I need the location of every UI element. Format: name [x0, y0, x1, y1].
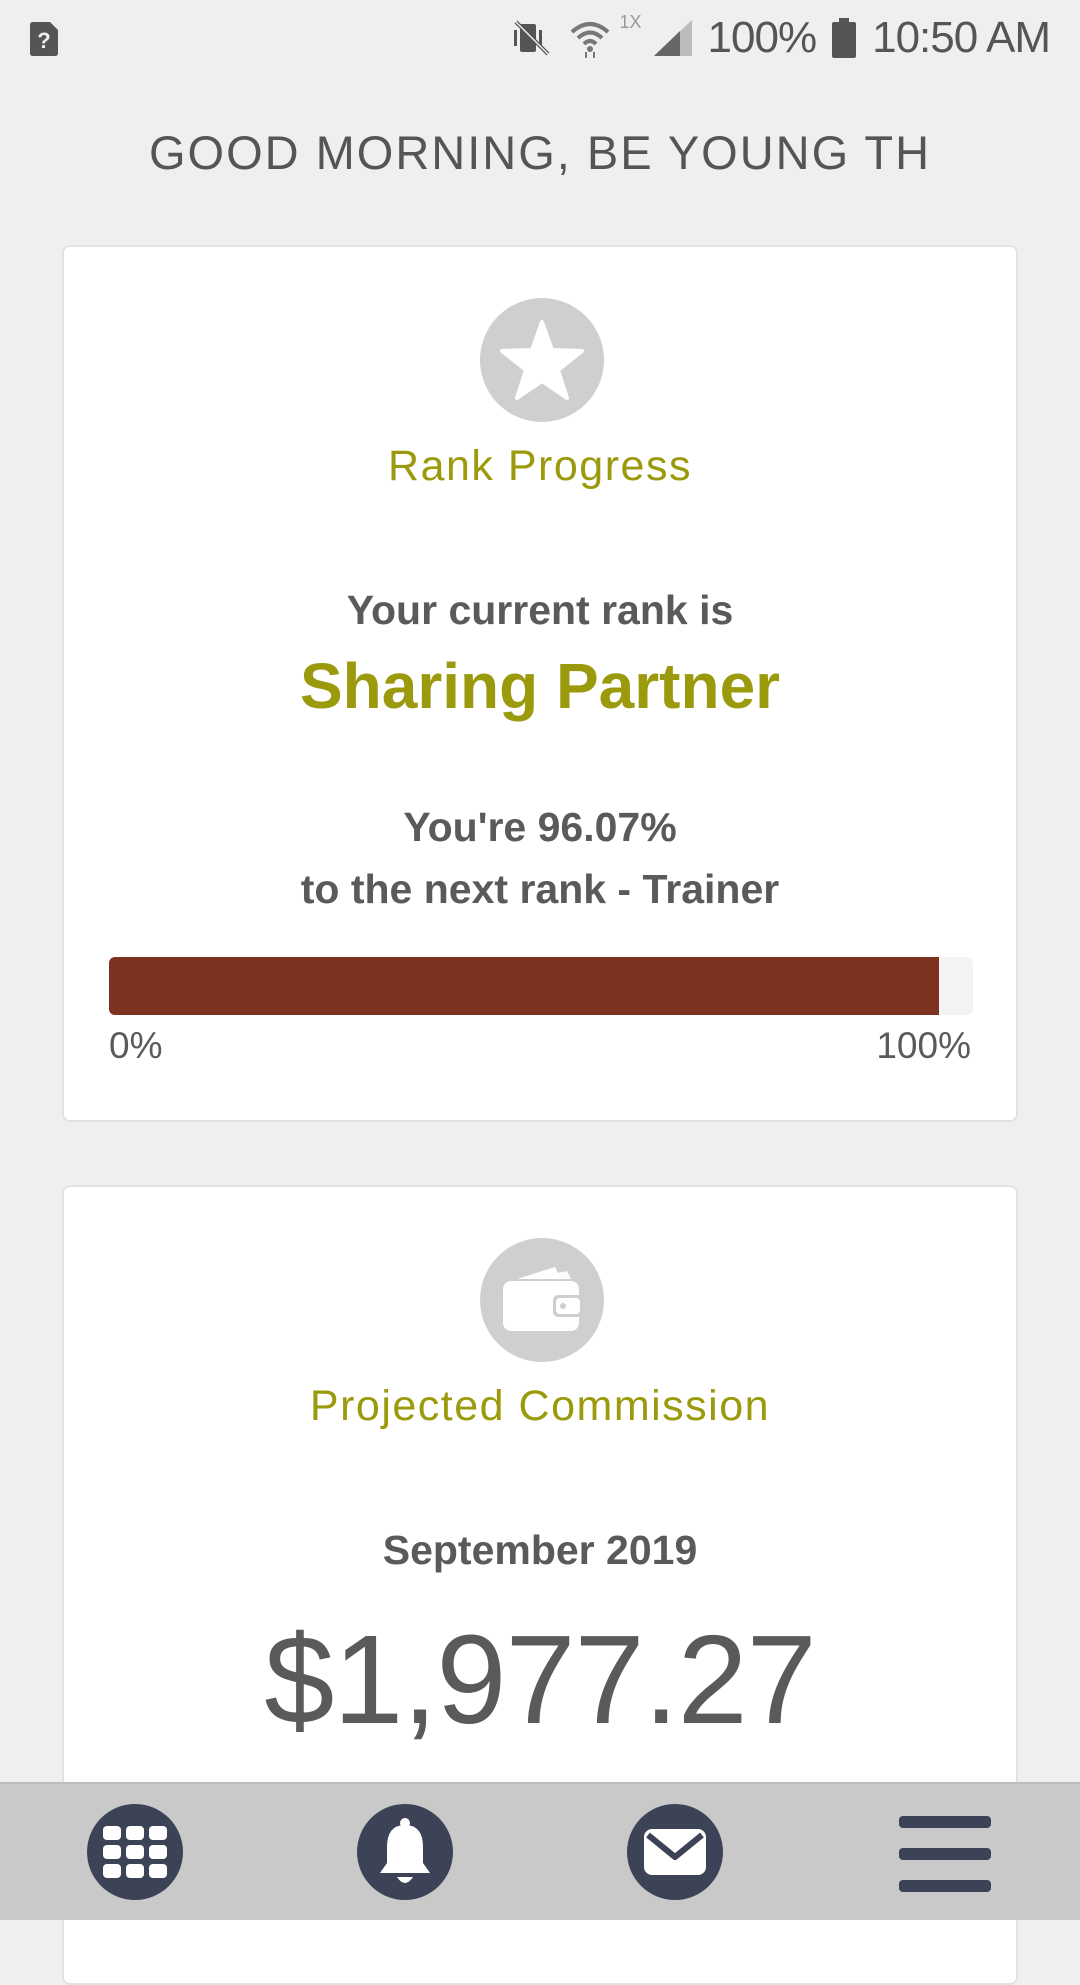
current-rank-value: Sharing Partner	[299, 650, 781, 722]
current-rank-label: Your current rank is	[346, 587, 734, 633]
svg-text:?: ?	[37, 28, 50, 53]
signal-icon	[653, 20, 692, 56]
bottom-navigation	[0, 1782, 1080, 1920]
mail-icon[interactable]	[627, 1804, 723, 1900]
status-bar: ? 1X 100% 10:50 AM	[0, 0, 1080, 72]
mute-vibrate-icon	[513, 20, 549, 56]
bell-icon[interactable]	[357, 1804, 453, 1900]
progress-percent-text: You're 96.07%	[403, 804, 677, 850]
next-rank-text: to the next rank - Trainer	[300, 866, 780, 912]
battery-percent: 100%	[707, 13, 818, 62]
wallet-icon	[480, 1238, 604, 1362]
rank-progress-bar	[109, 957, 973, 1015]
network-type-label: 1X	[619, 11, 642, 32]
apps-grid-icon[interactable]	[87, 1804, 183, 1900]
hamburger-menu-icon[interactable]	[899, 1816, 991, 1892]
progress-max-label: 100%	[876, 1025, 971, 1066]
battery-icon	[832, 18, 857, 58]
wifi-icon	[570, 22, 609, 58]
rank-progress-title: Rank Progress	[388, 442, 692, 490]
progress-min-label: 0%	[109, 1025, 163, 1066]
clock: 10:50 AM	[872, 13, 1051, 62]
commission-amount: $1,977.27	[264, 1609, 817, 1750]
greeting-heading: GOOD MORNING, BE YOUNG TH	[148, 126, 932, 179]
unknown-notification-icon: ?	[30, 22, 58, 56]
status-icons: 1X 100% 10:50 AM	[510, 10, 1051, 66]
projected-commission-title: Projected Commission	[309, 1382, 771, 1430]
star-icon	[480, 298, 604, 422]
rank-progress-card[interactable]: Rank Progress Your current rank is Shari…	[62, 245, 1018, 1122]
commission-period: September 2019	[382, 1527, 698, 1573]
rank-progress-fill	[109, 957, 940, 1015]
